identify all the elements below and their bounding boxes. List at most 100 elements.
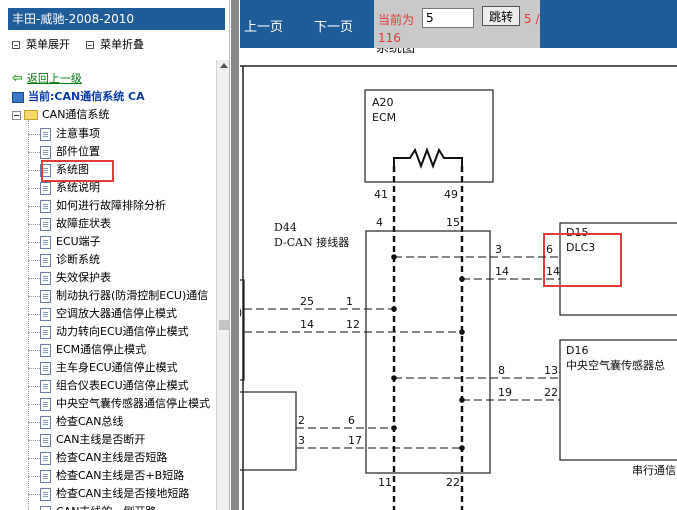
pin-label: 12 <box>346 318 360 331</box>
tree-item[interactable]: CAN支线的一侧开路 <box>28 503 156 510</box>
document-icon <box>40 253 51 267</box>
dlc-code: D15 <box>566 226 588 239</box>
page-toolbar: 上一页 下一页 当前为 跳转 5 / 116 <box>240 0 540 48</box>
airbag-code: D16 <box>566 344 588 357</box>
collapse-node-icon[interactable] <box>12 110 21 120</box>
tree-item[interactable]: 注意事项 <box>28 125 100 143</box>
tree-item-label: 部件位置 <box>56 145 100 158</box>
tree-item-label: ECU端子 <box>56 235 101 248</box>
tree-item[interactable]: 组合仪表ECU通信停止模式 <box>28 377 189 395</box>
connector-box <box>365 230 491 474</box>
tree-item[interactable]: CAN主线是否断开 <box>28 431 145 449</box>
tree-item[interactable]: 故障症状表 <box>28 215 111 233</box>
tree-item[interactable]: 检查CAN主线是否+B短路 <box>28 467 184 485</box>
tree-item-label: 故障症状表 <box>56 217 111 230</box>
pin-label: 25 <box>300 295 314 308</box>
tree-item[interactable]: 主车身ECU通信停止模式 <box>28 359 178 377</box>
tree-item[interactable]: 中央空气囊传感器通信停止模式 <box>28 395 210 413</box>
pin-label: 14 <box>495 265 509 278</box>
document-icon <box>40 325 51 339</box>
tree-item[interactable]: 检查CAN主线是否接地短路 <box>28 485 189 503</box>
scroll-thumb[interactable] <box>219 320 229 330</box>
tree-item[interactable]: ECM通信停止模式 <box>28 341 146 359</box>
document-icon <box>40 451 51 465</box>
tree-item[interactable]: 动力转向ECU通信停止模式 <box>28 323 189 341</box>
collapse-icon <box>86 41 94 49</box>
computer-icon <box>12 91 24 103</box>
document-icon <box>40 361 51 375</box>
tree-connector-line <box>28 385 40 387</box>
tree-connector-line <box>28 367 40 369</box>
tree-item-label: 诊断系统 <box>56 253 100 266</box>
tree-item[interactable]: 检查CAN主线是否短路 <box>28 449 167 467</box>
tree-root-node[interactable]: CAN通信系统 <box>12 108 109 122</box>
tree-item-label: 检查CAN主线是否接地短路 <box>56 487 190 500</box>
navigation-panel: 丰田-威驰-2008-2010 菜单展开 菜单折叠 ⇦ 返回上一级 当前:CAN通… <box>0 0 230 510</box>
tree-item-label: 中央空气囊传感器通信停止模式 <box>56 397 210 410</box>
tree-item[interactable]: 检查CAN总线 <box>28 413 123 431</box>
airbag-sensor-box <box>559 339 677 461</box>
document-icon <box>40 379 51 393</box>
jump-button[interactable]: 跳转 <box>482 6 520 26</box>
next-page-button[interactable]: 下一页 <box>314 16 353 35</box>
current-location-label: 当前:CAN通信系统 CA <box>28 90 145 103</box>
tree-connector-line <box>28 259 40 261</box>
tree-item-label: CAN支线的一侧开路 <box>56 505 156 510</box>
junction-dot <box>459 276 465 282</box>
connector-name: D-CAN 接线器 <box>274 235 349 249</box>
current-page-label: 当前为 <box>378 13 415 27</box>
pin-label: 41 <box>374 188 388 201</box>
expand-menu-button[interactable]: 菜单展开 <box>12 38 70 52</box>
pin-label: 49 <box>444 188 458 201</box>
tree-item-label: 动力转向ECU通信停止模式 <box>56 325 189 338</box>
tree-connector-line <box>28 241 40 243</box>
tree-connector-line <box>28 421 40 423</box>
page-number-input[interactable] <box>422 8 474 28</box>
tree-connector-line <box>28 223 40 225</box>
scroll-up-icon[interactable] <box>220 63 228 68</box>
pin-label: 15 <box>446 216 460 229</box>
document-icon <box>40 145 51 159</box>
tree-connector-line <box>28 133 40 135</box>
terminator-resistor <box>393 147 463 169</box>
tree-item[interactable]: 空调放大器通信停止模式 <box>28 305 177 323</box>
wiring-diagram-canvas: 系统图 A20 ECM 41 49 D44 D-CAN 接线器 4 15 D15… <box>240 48 677 510</box>
document-icon <box>40 397 51 411</box>
tree-item[interactable]: 失效保护表 <box>28 269 111 287</box>
tree-connector-line <box>28 331 40 333</box>
collapse-menu-button[interactable]: 菜单折叠 <box>86 38 144 52</box>
page-navigator: 当前为 跳转 5 / 116 <box>374 0 540 48</box>
document-icon <box>40 217 51 231</box>
tree-item[interactable]: 诊断系统 <box>28 251 100 269</box>
document-icon <box>40 127 51 141</box>
tree-scrollbar[interactable] <box>216 60 229 510</box>
tree-item[interactable]: ECU端子 <box>28 233 101 251</box>
pin-label: 19 <box>498 386 512 399</box>
previous-page-button[interactable]: 上一页 <box>244 16 283 35</box>
wiring-diagram: 系统图 A20 ECM 41 49 D44 D-CAN 接线器 4 15 D15… <box>240 48 677 510</box>
junction-dot <box>391 425 397 431</box>
tree-item[interactable]: 如何进行故障排除分析 <box>28 197 166 215</box>
panel-splitter[interactable] <box>231 0 239 510</box>
serial-comm-label: 串行通信 <box>632 464 676 477</box>
pin-label: 22 <box>544 386 558 399</box>
back-link[interactable]: ⇦ 返回上一级 <box>12 72 82 86</box>
tree-connector-line <box>28 313 40 315</box>
tree-item[interactable]: 制动执行器(防滑控制ECU)通信 <box>28 287 208 305</box>
pin-label: 11 <box>378 476 392 489</box>
tree-item[interactable]: 部件位置 <box>28 143 100 161</box>
folder-open-icon <box>24 110 38 120</box>
pin-label: 13 <box>544 364 558 377</box>
pin-label: 6 <box>348 414 355 427</box>
pin-label: 8 <box>498 364 505 377</box>
tree-item-label: 失效保护表 <box>56 271 111 284</box>
tree-connector-line <box>28 277 40 279</box>
tree-connector-line <box>28 295 40 297</box>
junction-dot <box>391 306 397 312</box>
tree-connector-line <box>28 457 40 459</box>
tree-item-label: CAN主线是否断开 <box>56 433 146 446</box>
tree-connector-line <box>28 439 40 441</box>
tree-item-label: 制动执行器(防滑控制ECU)通信 <box>56 289 209 302</box>
tree-connector-line <box>28 151 40 153</box>
page-count-total: 116 <box>378 31 401 45</box>
